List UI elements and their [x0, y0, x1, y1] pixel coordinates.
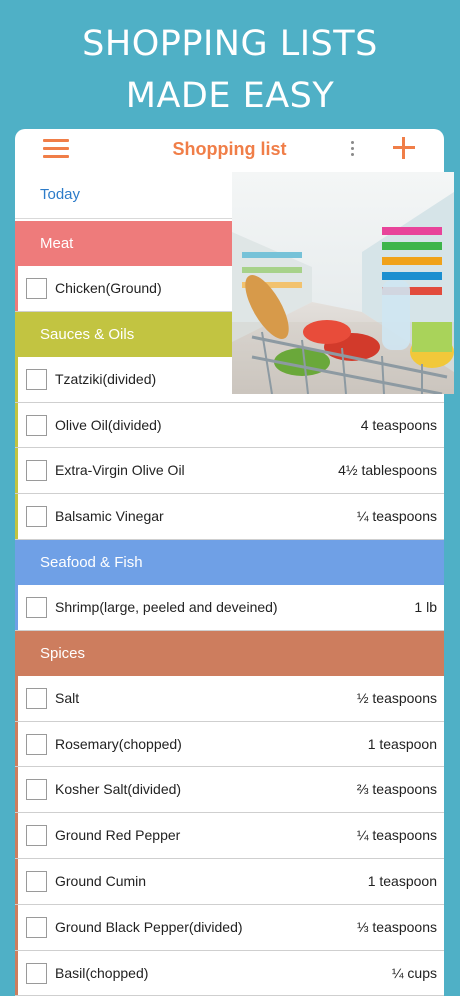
- item-checkbox[interactable]: [26, 687, 47, 709]
- item-name: Chicken(Ground): [55, 280, 162, 296]
- category-color-stripe: [15, 675, 18, 721]
- item-name: Balsamic Vinegar: [55, 508, 164, 525]
- item-quantity: ½ teaspoons: [356, 689, 437, 706]
- item-checkbox[interactable]: [26, 779, 47, 801]
- category-color-stripe: [15, 494, 18, 539]
- list-item[interactable]: Salt ½ teaspoons: [15, 675, 444, 722]
- item-name: Ground Cumin: [55, 872, 147, 889]
- list-item[interactable]: Kosher Salt(divided) ⅔ teaspoons: [15, 767, 444, 814]
- item-name: Basil(chopped): [55, 964, 149, 981]
- category-color-stripe: [15, 448, 18, 494]
- item-name: Shrimp(large, peeled and deveined): [55, 598, 278, 615]
- category-color-stripe: [15, 584, 18, 630]
- item-checkbox[interactable]: [26, 916, 47, 938]
- item-name: Extra-Virgin Olive Oil: [55, 462, 185, 479]
- category-header[interactable]: Spices: [15, 630, 444, 676]
- item-quantity: 1 lb: [414, 598, 437, 615]
- item-name: Tzatziki(divided): [55, 370, 157, 387]
- item-quantity: ⅓ teaspoons: [356, 918, 437, 935]
- list-item[interactable]: Shrimp(large, peeled and deveined) 1 lb: [15, 584, 444, 631]
- list-item[interactable]: Ground Cumin 1 teaspoon: [15, 858, 444, 905]
- category-color-stripe: [15, 266, 18, 311]
- item-quantity: ¼ cups: [391, 964, 437, 981]
- list-item[interactable]: Ground Red Pepper ¼ teaspoons: [15, 813, 444, 859]
- category-color-stripe: [15, 813, 18, 858]
- list-item[interactable]: Extra-Virgin Olive Oil 4½ tablespoons: [15, 448, 444, 495]
- item-checkbox[interactable]: [26, 733, 47, 755]
- item-quantity: 4½ tablespoons: [338, 462, 437, 479]
- app-title: Shopping list: [172, 139, 287, 159]
- app-bar: Shopping list: [15, 129, 444, 169]
- list-item[interactable]: Rosemary(chopped) 1 teaspoon: [15, 721, 444, 768]
- item-name: Salt: [55, 689, 80, 706]
- item-quantity: 1 teaspoon: [367, 872, 437, 889]
- item-checkbox[interactable]: [26, 278, 47, 299]
- grocery-cart-photo: [232, 172, 454, 394]
- item-name: Ground Black Pepper(divided): [55, 918, 243, 935]
- item-quantity: ¼ teaspoons: [356, 508, 437, 525]
- list-item[interactable]: Ground Black Pepper(divided) ⅓ teaspoons: [15, 904, 444, 951]
- item-quantity: 1 teaspoon: [367, 735, 437, 752]
- kebab-icon[interactable]: [351, 141, 355, 157]
- item-checkbox[interactable]: [26, 460, 47, 482]
- plus-icon[interactable]: [393, 137, 415, 159]
- category-color-stripe: [15, 402, 18, 448]
- item-quantity: 4 teaspoons: [360, 416, 437, 433]
- item-checkbox[interactable]: [26, 414, 47, 436]
- category-color-stripe: [15, 950, 18, 996]
- category-color-stripe: [15, 858, 18, 904]
- category-color-stripe: [15, 721, 18, 767]
- promo-headline: SHOPPING LISTS MADE EASY: [0, 18, 460, 122]
- category-header[interactable]: Seafood & Fish: [15, 539, 444, 585]
- item-quantity: ¼ teaspoons: [356, 827, 437, 844]
- item-checkbox[interactable]: [26, 825, 47, 847]
- item-checkbox[interactable]: [26, 596, 47, 618]
- item-checkbox[interactable]: [26, 962, 47, 984]
- item-name: Rosemary(chopped): [55, 735, 182, 752]
- item-name: Kosher Salt(divided): [55, 781, 182, 798]
- item-quantity: ⅔ teaspoons: [356, 781, 437, 798]
- promo-headline-line2: MADE EASY: [125, 76, 335, 116]
- date-label[interactable]: Today: [40, 186, 80, 203]
- item-checkbox[interactable]: [26, 368, 47, 390]
- promo-headline-line1: SHOPPING LISTS: [82, 24, 378, 64]
- category-color-stripe: [15, 356, 18, 402]
- category-color-stripe: [15, 904, 18, 950]
- list-item[interactable]: Basil(chopped) ¼ cups: [15, 950, 444, 996]
- list-item[interactable]: Olive Oil(divided) 4 teaspoons: [15, 402, 444, 449]
- item-name: Olive Oil(divided): [55, 416, 162, 433]
- category-color-stripe: [15, 767, 18, 813]
- item-name: Ground Red Pepper: [55, 827, 181, 844]
- item-checkbox[interactable]: [26, 506, 47, 528]
- list-item[interactable]: Balsamic Vinegar ¼ teaspoons: [15, 494, 444, 540]
- item-checkbox[interactable]: [26, 870, 47, 892]
